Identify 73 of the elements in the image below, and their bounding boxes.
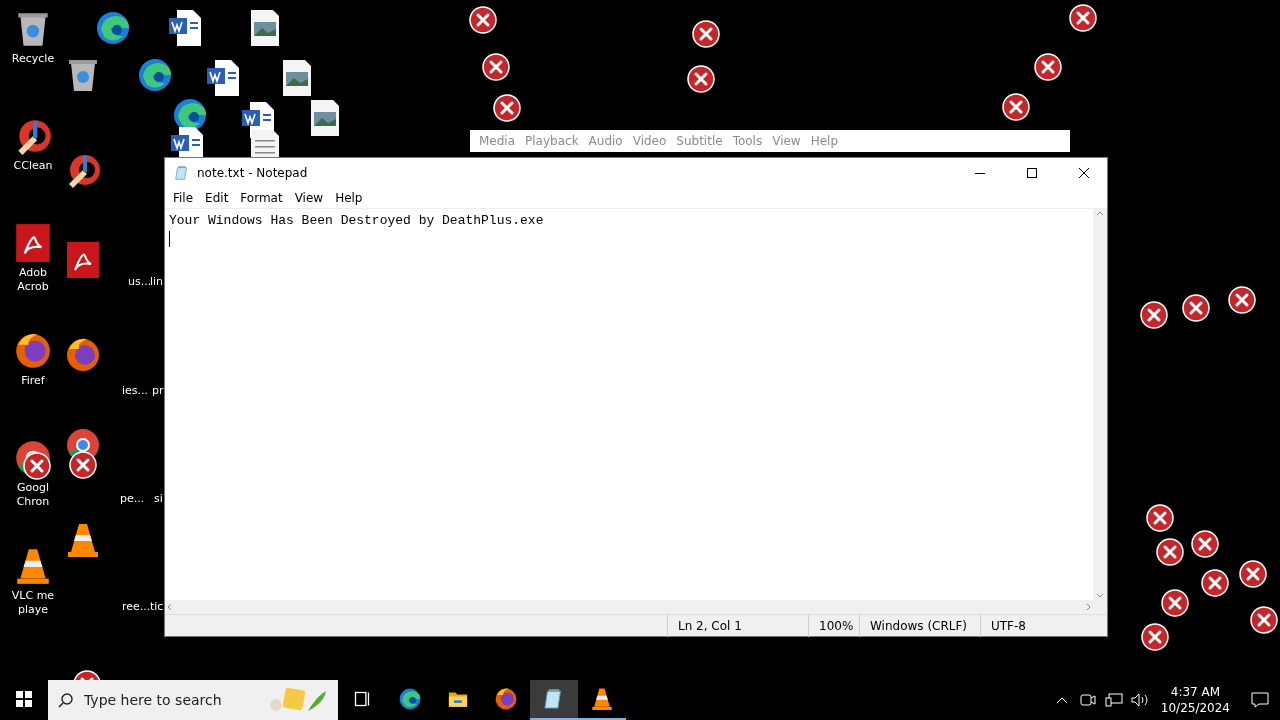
scroll-left-icon[interactable] bbox=[165, 603, 173, 611]
taskbar-app-button[interactable] bbox=[530, 680, 578, 720]
menu-item[interactable]: Playback bbox=[520, 134, 584, 148]
status-field: Ln 2, Col 1 bbox=[667, 614, 808, 637]
windows-logo-icon bbox=[16, 691, 32, 707]
error-icon bbox=[1141, 623, 1169, 651]
icon-label: pr bbox=[152, 384, 164, 397]
error-icon bbox=[1239, 560, 1267, 588]
search-field[interactable]: Type here to search bbox=[82, 691, 260, 709]
maximize-icon bbox=[1026, 167, 1038, 179]
icon-label: Recycle bbox=[11, 52, 55, 66]
error-icon bbox=[1182, 294, 1210, 322]
menu-item[interactable]: Audio bbox=[583, 134, 628, 148]
search-box[interactable]: Type here to search bbox=[48, 680, 338, 720]
error-icon bbox=[1201, 569, 1229, 597]
icon-label: us... bbox=[128, 275, 152, 288]
error-icon bbox=[1034, 53, 1062, 81]
vertical-scrollbar[interactable] bbox=[1093, 209, 1107, 600]
text-cursor bbox=[169, 231, 170, 247]
clock[interactable]: 4:37 AM 10/25/2024 bbox=[1154, 684, 1236, 716]
icon-label: ree... bbox=[122, 600, 151, 613]
error-icon bbox=[469, 6, 497, 34]
icon-label: lin bbox=[150, 275, 164, 288]
menu-item[interactable]: Help bbox=[805, 134, 844, 148]
horizontal-scrollbar[interactable] bbox=[165, 600, 1093, 614]
error-icon bbox=[482, 53, 510, 81]
error-icon bbox=[1191, 530, 1219, 558]
error-icon bbox=[1228, 286, 1256, 314]
menu-item[interactable]: Edit bbox=[199, 191, 235, 205]
icon-label: Adob Acrob bbox=[17, 266, 49, 294]
error-icon bbox=[1002, 93, 1030, 121]
text-line: Your Windows Has Been Destroyed by DeathPlus.exe bbox=[169, 212, 545, 229]
icon-label: ies... bbox=[122, 384, 149, 397]
icon-label: VLC me playe bbox=[11, 589, 55, 617]
error-icon bbox=[23, 452, 51, 480]
error-icon bbox=[692, 20, 720, 48]
menu-item[interactable]: View bbox=[288, 191, 330, 205]
search-icon bbox=[58, 692, 74, 708]
error-icon bbox=[687, 65, 715, 93]
error-icon bbox=[1161, 589, 1189, 617]
icon-label: pe... bbox=[120, 492, 145, 505]
icon-label: Firef bbox=[21, 374, 45, 388]
icon-label: CClean bbox=[13, 159, 53, 173]
traffic-cone-icon bbox=[589, 686, 615, 712]
menu-item[interactable]: Subtitle bbox=[671, 134, 728, 148]
error-icon bbox=[1146, 504, 1174, 532]
menu-item[interactable]: View bbox=[767, 134, 806, 148]
menu-item[interactable]: Video bbox=[627, 134, 672, 148]
error-icon bbox=[1140, 301, 1168, 329]
icon-label: Googl Chron bbox=[16, 481, 50, 509]
window-title: note.txt - Notepad bbox=[197, 166, 309, 180]
scroll-up-icon[interactable] bbox=[1096, 209, 1104, 217]
error-icon bbox=[1250, 606, 1278, 634]
status-field: Windows (CRLF) bbox=[859, 614, 980, 637]
error-icon bbox=[1069, 4, 1097, 32]
menu-item[interactable]: File bbox=[167, 191, 200, 205]
globe-icon bbox=[493, 686, 519, 712]
close-icon bbox=[1078, 167, 1090, 179]
icon-label: tic bbox=[150, 600, 164, 613]
status-field: 100% bbox=[808, 614, 859, 637]
menu-item[interactable]: Tools bbox=[727, 134, 768, 148]
scroll-right-icon[interactable] bbox=[1085, 603, 1093, 611]
error-icon bbox=[1156, 538, 1184, 566]
swirl-icon bbox=[397, 686, 423, 712]
scroll-down-icon[interactable] bbox=[1096, 592, 1104, 600]
error-icon bbox=[69, 451, 97, 479]
menu-item[interactable]: Help bbox=[329, 191, 369, 205]
status-field: UTF-8 bbox=[980, 614, 1091, 637]
text-editor[interactable]: Your Windows Has Been Destroyed by DeathPlus.exe bbox=[165, 209, 1093, 600]
menu-item[interactable]: Media bbox=[474, 134, 521, 148]
error-icon bbox=[493, 94, 521, 122]
icon-label: si bbox=[154, 492, 163, 505]
menu-item[interactable]: Format bbox=[234, 191, 289, 205]
